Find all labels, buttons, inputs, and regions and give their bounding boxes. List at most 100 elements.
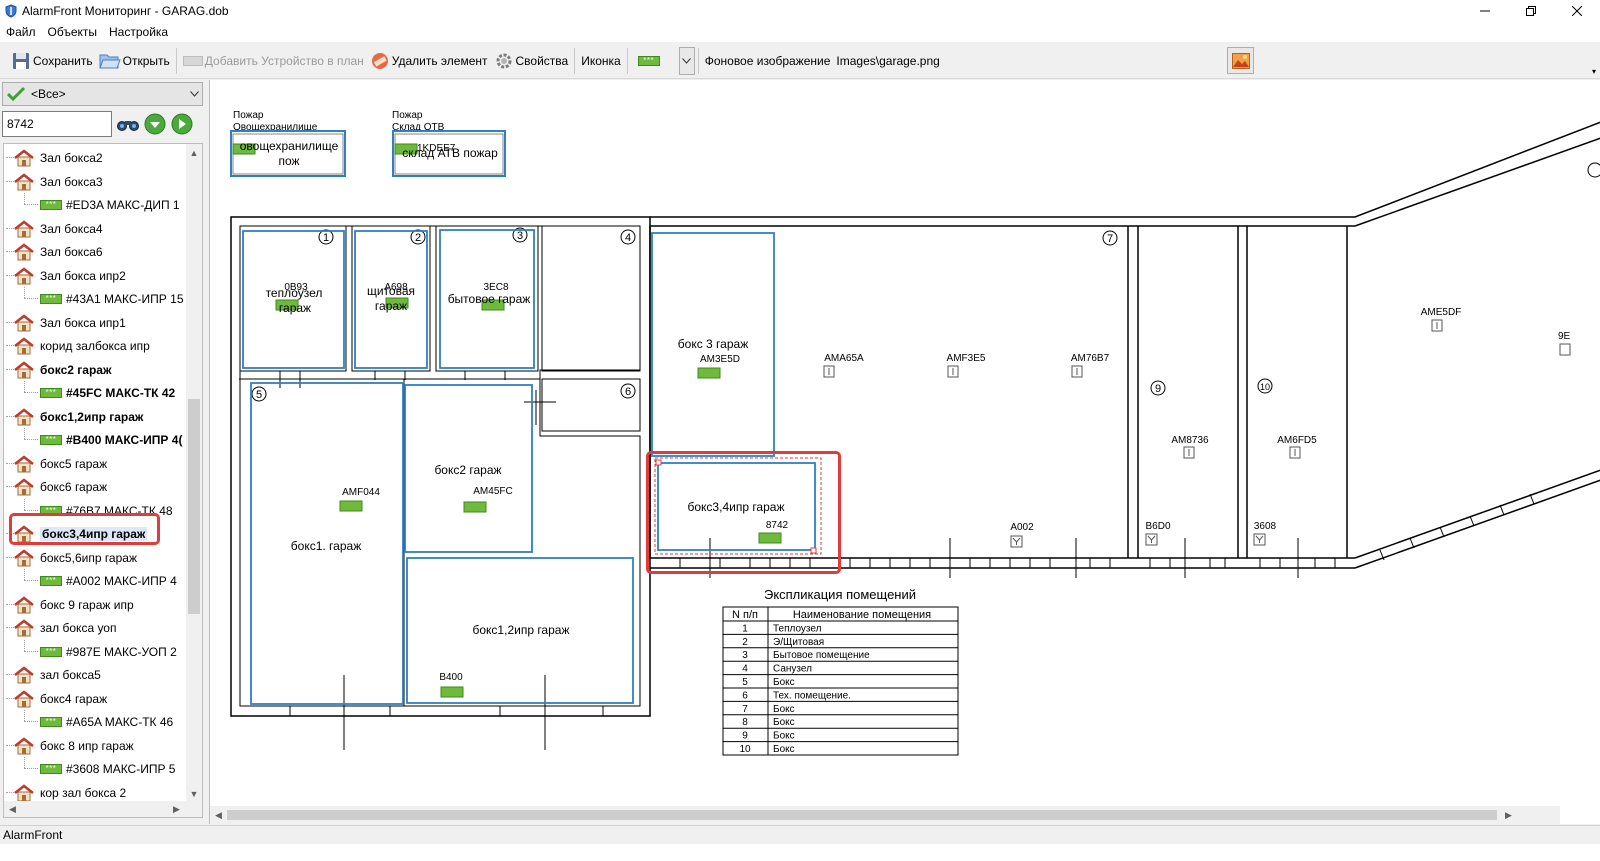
left-panel: <Все> 8742 Зал бокса2 Зал бокса3 *** #ED… xyxy=(0,80,206,824)
wall-ticks xyxy=(279,371,1535,750)
icon-preview[interactable]: *** xyxy=(635,47,663,75)
minimize-button[interactable] xyxy=(1462,0,1508,22)
tree-device-item[interactable]: *** #987E МАКС-УОП 2 xyxy=(4,639,187,663)
search-input[interactable] xyxy=(2,111,112,137)
legend-row-number: 8 xyxy=(742,717,748,728)
save-button[interactable]: Сохранить xyxy=(8,47,96,75)
sensor-am76b7[interactable]: AM76B7 xyxy=(1071,353,1110,378)
canvas-vertical-scrollbar[interactable] xyxy=(1560,80,1600,824)
legend-row-name: Бокс xyxy=(773,717,795,728)
properties-button[interactable]: Свойства xyxy=(491,47,572,75)
tree-zone-item[interactable]: зал бокса уоп xyxy=(4,616,187,639)
close-button[interactable] xyxy=(1554,0,1600,22)
filter-dropdown[interactable]: <Все> xyxy=(2,82,203,106)
tree-device-item[interactable]: *** #A65A МАКС-ТК 46 xyxy=(4,710,187,733)
legend-row-number: 6 xyxy=(742,690,748,701)
tree-zone-item[interactable]: Зал бокса3 xyxy=(4,170,187,193)
legend-row-name: Бокс xyxy=(773,744,795,755)
maximize-button[interactable] xyxy=(1508,0,1554,22)
tree-zone-item[interactable]: бокс4 гараж xyxy=(4,687,187,710)
canvas-horizontal-scrollbar[interactable]: ◀ ▶ xyxy=(210,806,1560,824)
floor-plan[interactable]: Пожар Овощехранилище овощехранилище пож … xyxy=(210,80,1600,806)
tree-device-item[interactable]: *** #ED3A МАКС-ДИП 1 xyxy=(4,193,187,216)
tree-device-item[interactable]: *** #43A1 МАКС-ИПР 15 xyxy=(4,287,187,310)
tree-zone-item[interactable]: Зал бокса ипр1 xyxy=(4,311,187,334)
tree-item-label: бокс5,6ипр гараж xyxy=(40,550,137,565)
sensor-am8736[interactable]: AM8736 xyxy=(1171,435,1209,459)
device-green-icon[interactable] xyxy=(440,686,464,698)
tree-zone-item[interactable]: кор зал бокса 2 xyxy=(4,781,187,803)
chevron-down-icon xyxy=(186,91,202,97)
icon-dropdown-button[interactable] xyxy=(678,46,695,75)
tree-zone-item[interactable]: бокс5 гараж xyxy=(4,452,187,475)
choose-background-button[interactable] xyxy=(1227,47,1254,74)
tree-device-item[interactable]: *** #A002 МАКС-ИПР 4 xyxy=(4,569,187,592)
device-green-icon[interactable] xyxy=(463,501,487,513)
tree-zone-item[interactable]: бокс6 гараж xyxy=(4,475,187,498)
tree-vertical-scrollbar[interactable]: ▲ ▼ xyxy=(186,144,202,802)
tree-zone-item[interactable]: Зал бокса2 xyxy=(4,146,187,169)
sensor-3608[interactable]: 3608 xyxy=(1253,521,1277,546)
menu-settings[interactable]: Настройка xyxy=(103,25,174,39)
status-text: AlarmFront xyxy=(3,828,63,842)
save-icon xyxy=(13,52,29,69)
sensor-ame5df[interactable]: AME5DF xyxy=(1421,307,1462,332)
zone-boks1[interactable]: бокс1. гараж AMF044 xyxy=(250,382,404,705)
toolbar-overflow-icon[interactable]: ▾ xyxy=(1592,67,1596,76)
plan-canvas[interactable]: Пожар Овощехранилище овощехранилище пож … xyxy=(209,80,1600,824)
menu-file[interactable]: Файл xyxy=(0,25,42,39)
tree-zone-item[interactable]: Зал бокса ипр2 xyxy=(4,264,187,287)
bottom-strip xyxy=(0,844,1600,861)
scroll-thumb[interactable] xyxy=(227,810,1497,820)
zone-boks2[interactable]: бокс2 гараж AM45FC xyxy=(404,384,533,553)
sensor-am6fd5[interactable]: AM6FD5 xyxy=(1277,435,1317,459)
scroll-up-icon[interactable]: ▲ xyxy=(186,144,202,161)
tree-device-item[interactable]: *** #45FC МАКС-ТК 42 xyxy=(4,381,187,404)
tree-item-label: бокс 9 гараж ипр xyxy=(40,597,134,612)
tree-zone-item[interactable]: бокс 8 ипр гараж xyxy=(4,734,187,757)
tree-zone-item[interactable]: зал бокса5 xyxy=(4,663,187,686)
sensor-b6d0[interactable]: B6D0 xyxy=(1145,521,1171,546)
tree-zone-item[interactable]: бокс1,2ипр гараж xyxy=(4,405,187,428)
tree-item-label: #987E МАКС-УОП 2 xyxy=(66,644,177,659)
menu-bar: Файл Объекты Настройка xyxy=(0,22,1600,42)
find-next-button[interactable] xyxy=(141,111,168,137)
add-device-button[interactable]: Добавить Устройство в план xyxy=(180,47,367,75)
scroll-right-icon[interactable]: ▶ xyxy=(168,801,185,817)
tree-zone-item[interactable]: бокс5,6ипр гараж xyxy=(4,546,187,569)
zone-bytovoe[interactable]: 3EC8 бытовое гараж xyxy=(439,229,535,369)
background-label: Фоновое изображение xyxy=(704,53,831,68)
zone-teploozel[interactable]: 0B93 теплоузел гараж xyxy=(242,230,345,369)
zone-code: AM45FC xyxy=(473,486,512,497)
open-button[interactable]: Открыть xyxy=(96,47,173,75)
scroll-thumb[interactable] xyxy=(188,399,200,614)
delete-element-button[interactable]: Удалить элемент xyxy=(367,47,491,75)
zone-boks12ipr[interactable]: бокс1,2ипр гараж B400 xyxy=(406,557,634,704)
zone-name-2: гараж xyxy=(279,301,311,315)
scroll-right-icon[interactable]: ▶ xyxy=(1500,806,1517,824)
top-zone-1[interactable]: Пожар Овощехранилище овощехранилище пож xyxy=(230,110,346,177)
scroll-left-icon[interactable]: ◀ xyxy=(210,806,227,824)
scroll-left-icon[interactable]: ◀ xyxy=(4,801,21,817)
sensor-amf3e5[interactable]: AMF3E5 xyxy=(947,353,986,378)
device-green-icon[interactable] xyxy=(339,500,363,512)
sensor-ama65a[interactable]: AMA65A xyxy=(823,353,864,378)
tree-zone-item[interactable]: Зал бокса4 xyxy=(4,217,187,240)
tree-zone-item[interactable]: бокс2 гараж xyxy=(4,358,187,381)
tree-zone-item[interactable]: бокс 9 гараж ипр xyxy=(4,593,187,616)
scroll-down-icon[interactable]: ▼ xyxy=(186,785,202,802)
tree-item-label: #3608 МАКС-ИПР 5 xyxy=(66,762,176,776)
sensor-a002[interactable]: A002 xyxy=(1010,522,1034,548)
tree-device-item[interactable]: *** #3608 МАКС-ИПР 5 xyxy=(4,757,187,780)
go-button[interactable] xyxy=(168,111,195,137)
tree-device-item[interactable]: *** #B400 МАКС-ИПР 4( xyxy=(4,428,187,451)
top-zone-2[interactable]: Пожар Склад ОТВ 1KDEE7 склад АТВ пожар xyxy=(392,110,506,177)
find-button[interactable] xyxy=(114,111,141,137)
device-green-icon[interactable] xyxy=(697,367,721,379)
menu-objects[interactable]: Объекты xyxy=(42,25,104,39)
zone-shchitovaya[interactable]: A698 щитовая гараж xyxy=(354,230,428,369)
tree-horizontal-scrollbar[interactable]: ◀ ▶ xyxy=(4,801,202,817)
tree-zone-item[interactable]: Зал бокса6 xyxy=(4,240,187,263)
zone-boks3[interactable]: бокс 3 гараж AM3E5D xyxy=(651,232,775,457)
tree-zone-item[interactable]: корид залбокса ипр xyxy=(4,334,187,357)
